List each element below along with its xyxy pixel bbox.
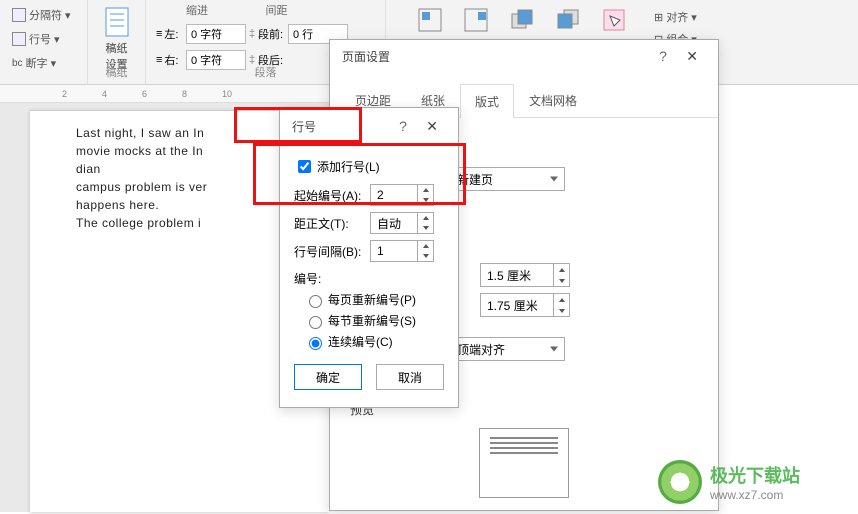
hyphenation-button[interactable]: bc断字▾ (6, 52, 81, 74)
count-by-label: 行号间隔(B): (294, 243, 370, 260)
horizontal-ruler[interactable]: 2 4 6 8 10 (0, 85, 329, 103)
selection-pane-icon[interactable] (600, 6, 628, 34)
spin-up[interactable] (418, 241, 433, 251)
from-text-label: 距正文(T): (294, 215, 370, 232)
footer-distance-input[interactable]: 1.75 厘米 (480, 293, 570, 317)
vertical-align-select[interactable]: 顶端对齐 (450, 337, 565, 361)
text-line: movie mocks at the In (76, 142, 207, 160)
ruler-tick: 6 (142, 89, 147, 99)
section-start-value: 新建页 (457, 171, 493, 188)
count-by-input[interactable]: 1 (370, 240, 434, 262)
count-by-value: 1 (371, 244, 417, 258)
text-line: Last night, I saw an In (76, 124, 207, 142)
line-numbers-dialog: 行号 ? ✕ 添加行号(L) 起始编号(A): 2 距正文(T): 自动 行号间… (279, 107, 459, 408)
hyphenation-label: 断字 (26, 55, 48, 71)
indent-left-input[interactable]: 0 字符 (186, 24, 246, 44)
wrap-text-icon[interactable] (462, 6, 490, 34)
text-line: happens here. (76, 196, 207, 214)
ribbon-section-manuscript: 稿纸 设置 稿纸 (88, 0, 146, 84)
chevron-down-icon: ▾ (51, 57, 57, 70)
spin-down[interactable] (554, 275, 569, 286)
watermark-url: www.xz7.com (710, 488, 800, 502)
from-text-input[interactable]: 自动 (370, 212, 434, 234)
ok-button[interactable]: 确定 (294, 364, 362, 390)
help-button[interactable]: ? (651, 46, 675, 66)
ruler-tick: 2 (62, 89, 67, 99)
from-text-value: 自动 (371, 215, 417, 232)
send-backward-icon[interactable] (554, 6, 582, 34)
ribbon-section-breaks: 分隔符▾ 行号▾ bc断字▾ (0, 0, 88, 84)
line-numbers-label: 行号 (29, 31, 51, 47)
header-distance-input[interactable]: 1.5 厘米 (480, 263, 570, 287)
align-button[interactable]: ⊞对齐▾ (648, 6, 848, 28)
spin-down[interactable] (418, 251, 433, 261)
spin-up[interactable] (418, 185, 433, 195)
restart-each-page-radio[interactable] (309, 295, 322, 308)
tab-layout[interactable]: 版式 (460, 84, 514, 118)
chevron-down-icon: ▾ (691, 11, 697, 24)
spacing-header: 间距 (266, 2, 346, 18)
text-line: campus problem is ver (76, 178, 207, 196)
manuscript-section-label: 稿纸 (88, 64, 145, 80)
continuous-label: 连续编号(C) (328, 333, 393, 350)
restart-each-section-radio[interactable] (309, 316, 322, 329)
restart-each-section-label: 每节重新编号(S) (328, 312, 416, 329)
start-at-value: 2 (371, 188, 417, 202)
align-label: 对齐 (666, 9, 688, 25)
help-button[interactable]: ? (391, 116, 415, 136)
spin-down[interactable] (418, 223, 433, 233)
spin-up[interactable] (418, 213, 433, 223)
watermark: 极光下载站 www.xz7.com (658, 452, 858, 512)
add-line-numbers-checkbox[interactable] (298, 160, 311, 173)
ruler-tick: 4 (102, 89, 107, 99)
indent-left-label: ≡ 左: (156, 26, 186, 42)
text-line: The college problem i (76, 214, 207, 232)
linenum-icon (12, 32, 26, 46)
watermark-logo-icon (658, 460, 702, 504)
vertical-align-value: 顶端对齐 (457, 341, 505, 358)
line-numbers-button[interactable]: 行号▾ (6, 28, 81, 50)
spin-down[interactable] (554, 305, 569, 316)
document-content[interactable]: Last night, I saw an In movie mocks at t… (76, 124, 207, 232)
bring-forward-icon[interactable] (508, 6, 536, 34)
close-button[interactable]: ✕ (678, 46, 706, 66)
tab-docgrid[interactable]: 文档网格 (514, 83, 592, 117)
hyphen-icon: bc (12, 58, 23, 69)
chevron-down-icon: ▾ (54, 33, 60, 46)
numbering-label: 编号: (294, 270, 444, 287)
indent-header: 缩进 (186, 2, 266, 18)
footer-distance-value: 1.75 厘米 (481, 297, 553, 314)
close-button[interactable]: ✕ (418, 116, 446, 136)
cancel-button[interactable]: 取消 (376, 364, 444, 390)
ruler-tick: 8 (182, 89, 187, 99)
start-at-label: 起始编号(A): (294, 187, 370, 204)
space-before-label: 段前: (258, 26, 288, 42)
page-break-label: 分隔符 (29, 7, 62, 23)
spin-down[interactable] (418, 195, 433, 205)
add-line-numbers-label: 添加行号(L) (317, 158, 380, 175)
dialog-title: 行号 (292, 118, 316, 135)
align-icon: ⊞ (654, 11, 663, 24)
ruler-tick: 10 (222, 89, 232, 99)
chevron-down-icon: ▾ (65, 9, 71, 22)
start-at-input[interactable]: 2 (370, 184, 434, 206)
page-break-button[interactable]: 分隔符▾ (6, 4, 81, 26)
watermark-name: 极光下载站 (710, 466, 800, 486)
header-distance-value: 1.5 厘米 (481, 267, 553, 284)
section-start-select[interactable]: 新建页 (450, 167, 565, 191)
continuous-radio[interactable] (309, 337, 322, 350)
restart-each-page-label: 每页重新编号(P) (328, 291, 416, 308)
break-icon (12, 8, 26, 22)
position-icon[interactable] (416, 6, 444, 34)
dialog-title: 页面设置 (342, 48, 390, 65)
preview-thumbnail (479, 428, 569, 498)
spin-up[interactable] (554, 294, 569, 305)
text-line: dian (76, 160, 207, 178)
manuscript-icon[interactable] (102, 6, 132, 38)
spin-up[interactable] (554, 264, 569, 275)
